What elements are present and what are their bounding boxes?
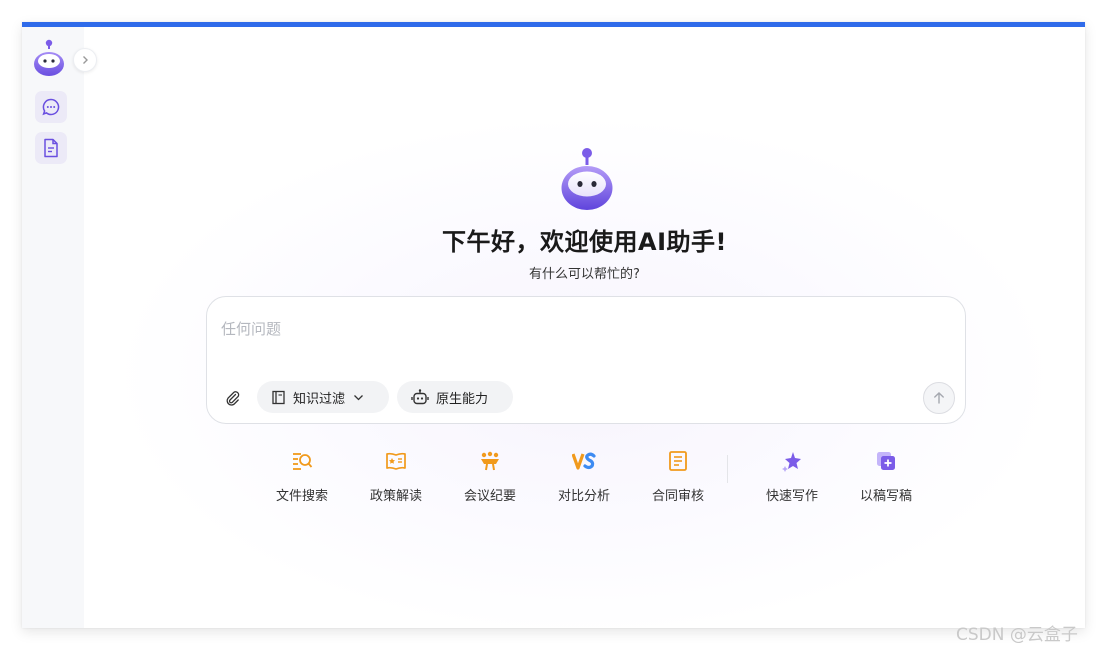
chevron-down-icon: [353, 392, 364, 403]
chevron-right-icon: [83, 56, 88, 64]
sparkle-write-icon: [778, 447, 806, 475]
tool-label: 政策解读: [369, 489, 422, 504]
sidebar-expand-button[interactable]: [73, 48, 97, 72]
sidebar-item-chat[interactable]: [35, 91, 67, 123]
attach-button[interactable]: [221, 386, 245, 410]
native-ability-button[interactable]: 原生能力: [397, 381, 513, 413]
tool-compare-analysis[interactable]: 对比分析: [544, 447, 624, 504]
copy-add-icon: [872, 447, 900, 475]
tool-label: 合同审核: [651, 489, 704, 504]
watermark: CSDN @云盒子: [956, 625, 1078, 645]
knowledge-book-icon: [271, 390, 286, 405]
send-button[interactable]: [923, 382, 955, 414]
tool-draft-from-draft[interactable]: 以稿写稿: [846, 447, 926, 504]
vs-compare-icon: [570, 447, 598, 475]
tool-label: 文件搜索: [275, 489, 328, 504]
paperclip-icon: [226, 391, 240, 406]
meeting-icon: [476, 447, 504, 475]
app-window: 下午好，欢迎使用AI助手! 有什么可以帮忙的? 知识过滤: [22, 22, 1085, 628]
contract-icon: [664, 447, 692, 475]
tools-divider: [727, 455, 728, 483]
policy-book-icon: [382, 447, 410, 475]
tool-label: 以稿写稿: [859, 489, 912, 504]
tool-contract-review[interactable]: 合同审核: [638, 447, 718, 504]
arrow-up-icon: [934, 392, 944, 404]
robot-icon: [411, 389, 429, 405]
tool-policy-reading[interactable]: 政策解读: [356, 447, 436, 504]
tool-quick-writing[interactable]: 快速写作: [752, 447, 832, 504]
question-input[interactable]: [221, 315, 921, 343]
file-search-icon: [288, 447, 316, 475]
knowledge-filter-dropdown[interactable]: 知识过滤: [257, 381, 389, 413]
robot-mascot-icon: [32, 39, 66, 77]
tool-label: 快速写作: [765, 489, 818, 504]
sidebar: [22, 27, 97, 628]
hero-robot-mascot-icon: [559, 147, 615, 211]
greeting-subtitle: 有什么可以帮忙的?: [529, 267, 640, 282]
greeting-title: 下午好，欢迎使用AI助手!: [442, 228, 727, 256]
tool-meeting-minutes[interactable]: 会议纪要: [450, 447, 530, 504]
tool-label: 会议纪要: [463, 489, 516, 504]
knowledge-filter-label: 知识过滤: [293, 391, 346, 407]
tool-file-search[interactable]: 文件搜索: [262, 447, 342, 504]
chat-bubble-icon: [42, 98, 60, 116]
sidebar-item-documents[interactable]: [35, 132, 67, 164]
main-panel: 下午好，欢迎使用AI助手! 有什么可以帮忙的? 知识过滤: [84, 27, 1085, 628]
document-icon: [44, 138, 58, 158]
chat-composer: 知识过滤 原生: [206, 296, 966, 424]
tool-label: 对比分析: [557, 489, 610, 504]
quick-tools: 文件搜索 政策解读 会议纪要 对比分析 合同审核 快速写作 以稿写稿: [262, 447, 922, 517]
native-ability-label: 原生能力: [436, 391, 489, 407]
